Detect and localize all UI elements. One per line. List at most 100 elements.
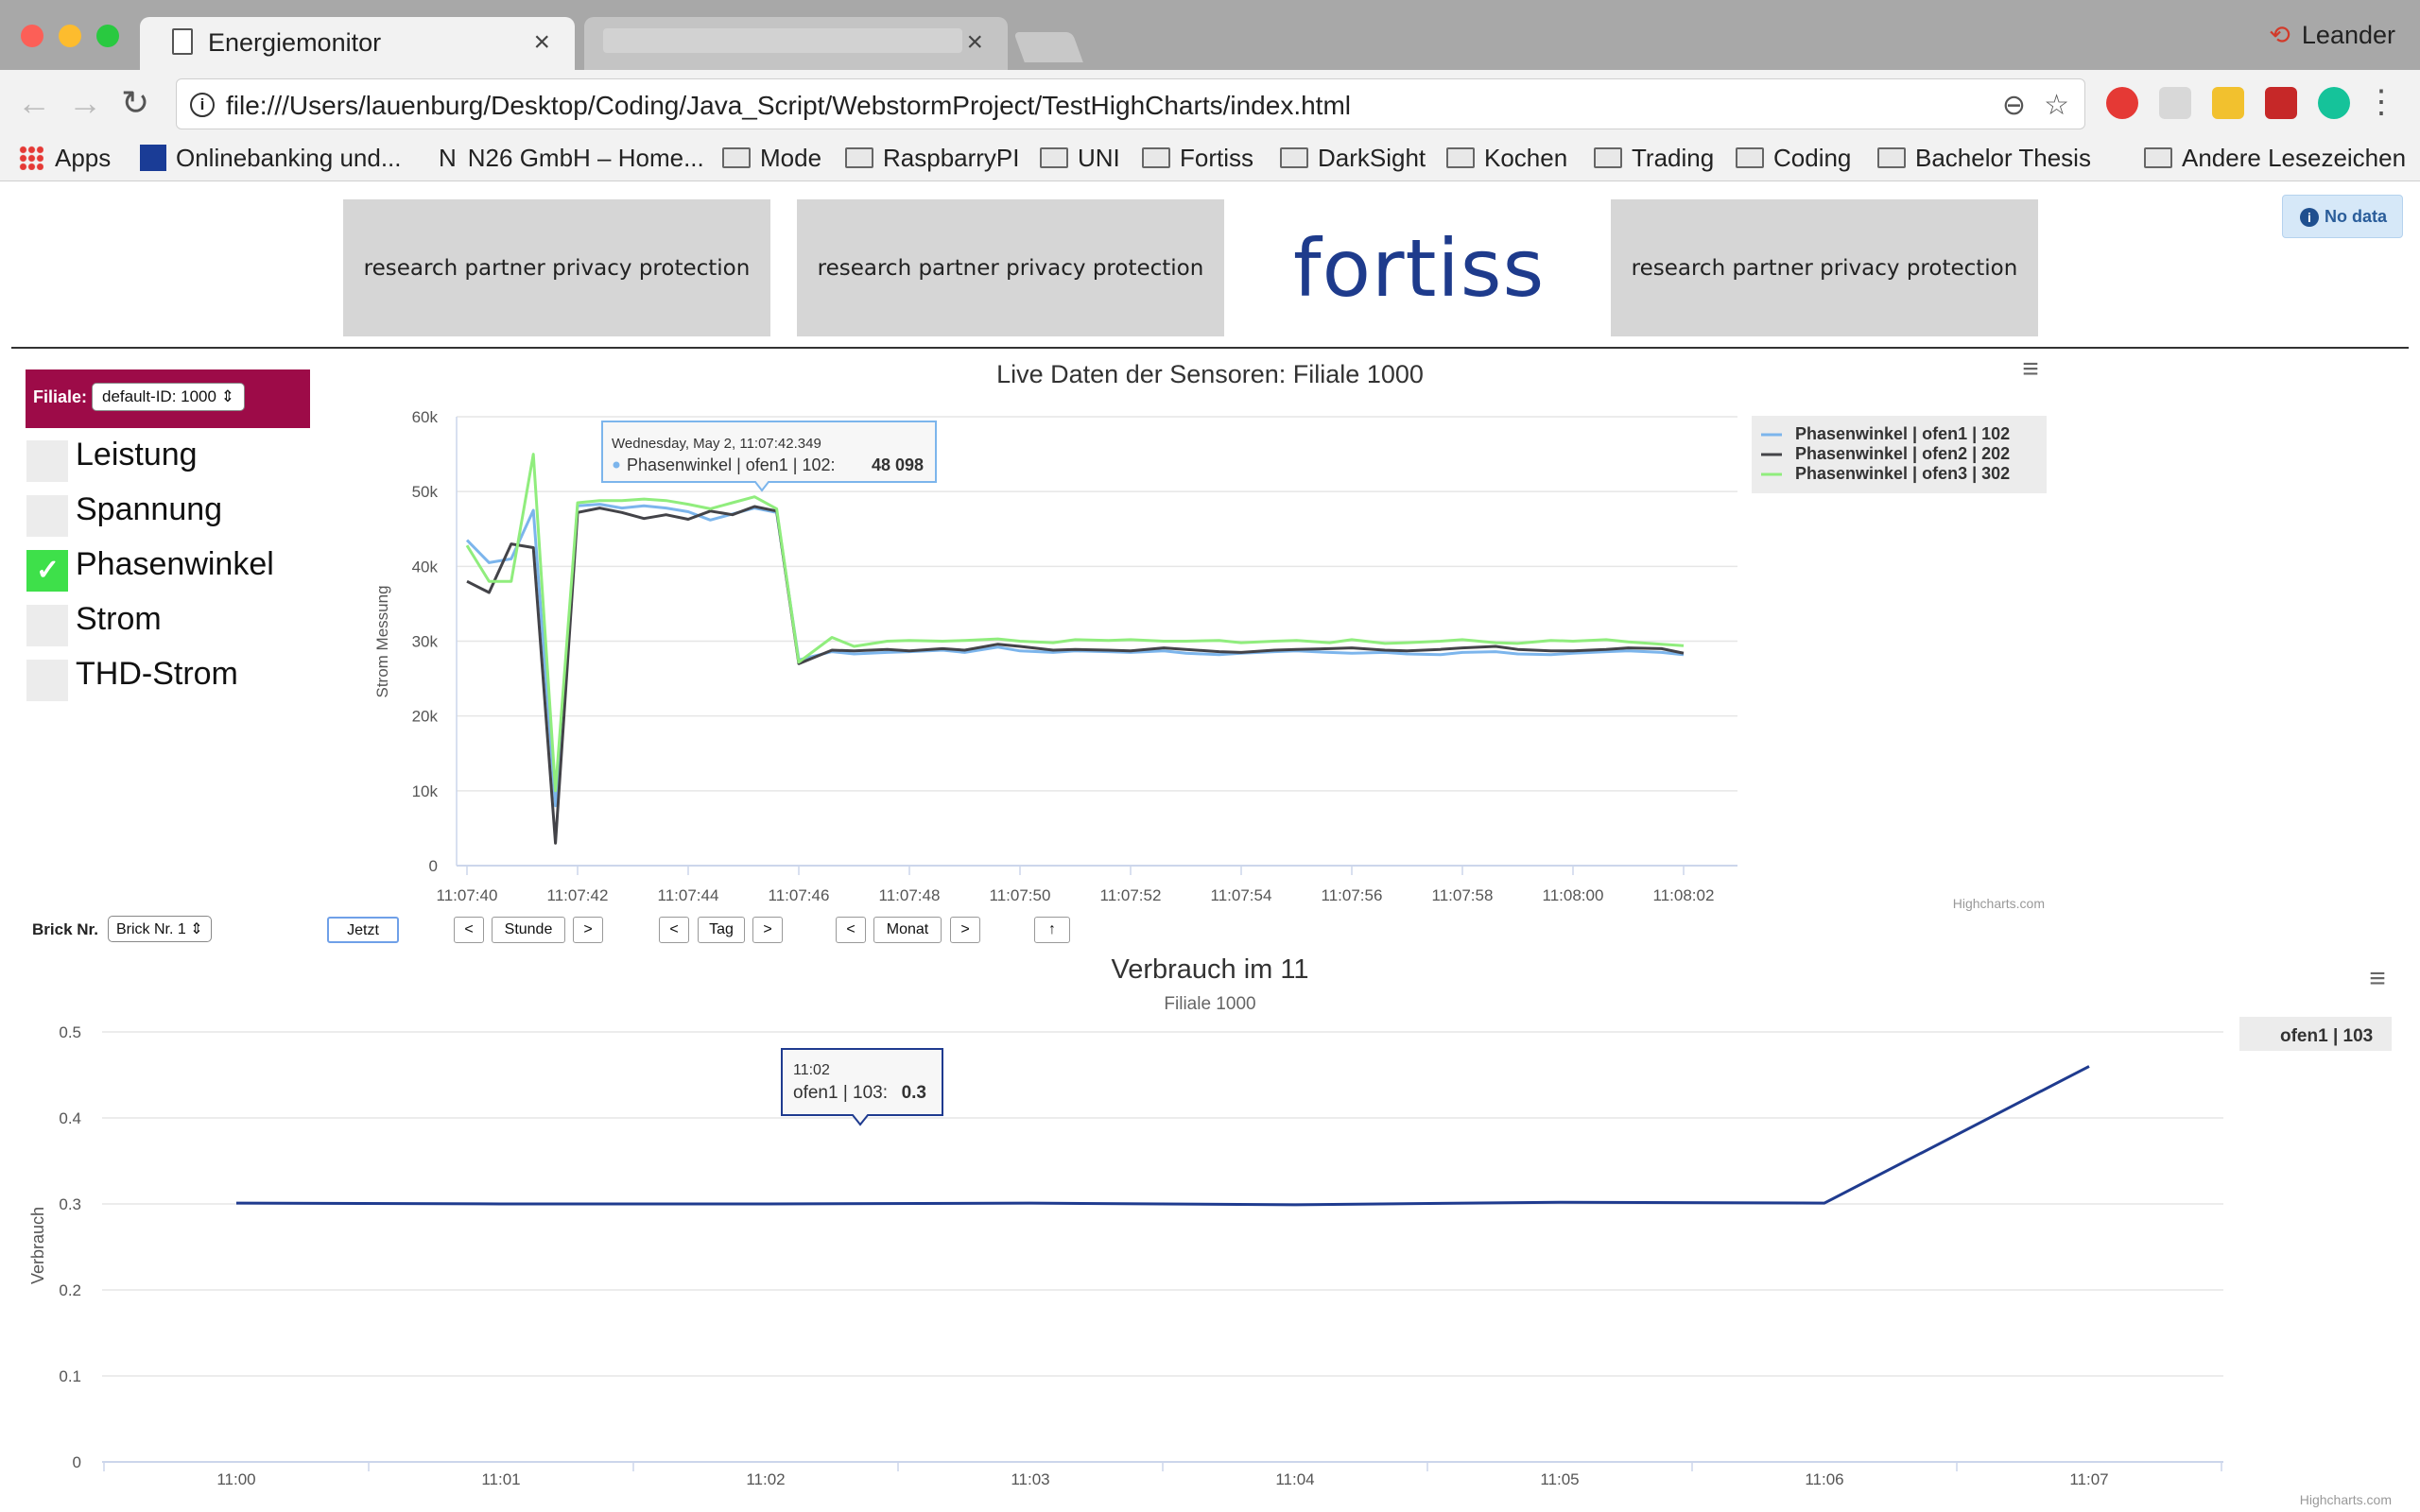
new-tab-button[interactable]	[1013, 32, 1083, 62]
bookmark-folder[interactable]: UNI	[1040, 144, 1120, 173]
forward-icon[interactable]: →	[68, 83, 102, 123]
credits[interactable]: Highcharts.com	[2300, 1492, 2392, 1507]
window-minimize-button[interactable]	[59, 25, 81, 47]
now-button[interactable]: Jetzt	[327, 917, 399, 943]
checkbox[interactable]	[26, 440, 68, 482]
day-prev-button[interactable]: <	[659, 917, 689, 943]
x-tick-label: 11:07:54	[1211, 886, 1272, 904]
filiale-select[interactable]: default-ID: 1000 ⇕	[92, 383, 245, 411]
y-tick-label: 0.5	[59, 1023, 81, 1041]
bookmark-folder[interactable]: RaspbarryPI	[845, 144, 1020, 173]
bookmark-apps[interactable]: Apps	[19, 144, 111, 173]
close-icon[interactable]: ×	[533, 26, 550, 59]
tooltip-header: 11:02	[793, 1062, 830, 1078]
browser-toolbar: ← → ↻ i file:///Users/lauenburg/Desktop/…	[0, 70, 2420, 140]
checkbox-checked[interactable]	[26, 550, 68, 592]
checkbox[interactable]	[26, 495, 68, 537]
menu-icon[interactable]: ≡	[2369, 963, 2386, 994]
bookmark-n26[interactable]: N N26 GmbH – Home...	[439, 144, 704, 173]
back-icon[interactable]: ←	[17, 83, 51, 123]
up-button[interactable]: ↑	[1034, 917, 1070, 943]
day-button[interactable]: Tag	[698, 917, 745, 943]
y-tick-label: 0.1	[59, 1367, 81, 1385]
tab-title: Energiemonitor	[208, 28, 382, 57]
legend-label[interactable]: Phasenwinkel | ofen1 | 102	[1795, 424, 2010, 443]
legend-label[interactable]: Phasenwinkel | ofen2 | 202	[1795, 444, 2010, 463]
day-next-button[interactable]: >	[752, 917, 783, 943]
close-icon[interactable]: ×	[966, 26, 983, 59]
legend: ofen1 | 103	[2239, 1017, 2392, 1051]
bookmark-onlinebanking[interactable]: Onlinebanking und...	[140, 144, 402, 173]
tab-blank[interactable]: ×	[584, 17, 1008, 70]
x-tick-label: 11:05	[1540, 1470, 1579, 1488]
bookmark-folder[interactable]: Coding	[1736, 144, 1851, 173]
folder-icon	[1280, 147, 1308, 168]
y-tick-label: 0.4	[59, 1109, 81, 1127]
bank-icon	[140, 145, 166, 171]
grammarly-icon[interactable]	[2318, 87, 2350, 119]
legend-label[interactable]: ofen1 | 103	[2280, 1026, 2373, 1046]
star-icon[interactable]: ☆	[2044, 89, 2069, 122]
y-tick-label: 0.3	[59, 1195, 81, 1213]
measure-label: Spannung	[76, 491, 223, 527]
tooltip-header: Wednesday, May 2, 11:07:42.349	[612, 436, 821, 452]
bookmark-folder[interactable]: Kochen	[1446, 144, 1567, 173]
window-close-button[interactable]	[21, 25, 43, 47]
info-icon[interactable]: i	[190, 93, 215, 117]
x-tick-label: 11:07:44	[658, 886, 719, 904]
x-tick-label: 11:07:42	[547, 886, 609, 904]
no-data-badge[interactable]: i No data	[2282, 195, 2403, 238]
folder-icon	[845, 147, 873, 168]
folder-icon	[1736, 147, 1764, 168]
brick-label: Brick Nr.	[32, 920, 98, 938]
hour-button[interactable]: Stunde	[492, 917, 565, 943]
bookmark-folder[interactable]: DarkSight	[1280, 144, 1426, 173]
bookmark-folder[interactable]: Fortiss	[1142, 144, 1253, 173]
extension-icon[interactable]	[2265, 87, 2297, 119]
bookmark-other[interactable]: Andere Lesezeichen	[2144, 144, 2406, 173]
credits[interactable]: Highcharts.com	[1953, 896, 2045, 911]
series-line	[235, 1065, 2090, 1207]
profile-button[interactable]: ⟲ Leander	[2269, 21, 2395, 50]
tab-energiemonitor[interactable]: Energiemonitor ×	[140, 17, 575, 70]
month-next-button[interactable]: >	[950, 917, 980, 943]
hour-prev-button[interactable]: <	[454, 917, 484, 943]
x-tick-label: 11:07:52	[1100, 886, 1162, 904]
x-tick-label: 11:07:58	[1432, 886, 1494, 904]
profile-name: Leander	[2301, 21, 2395, 49]
bookmark-folder[interactable]: Trading	[1594, 144, 1714, 173]
x-tick-label: 11:07	[2069, 1470, 2108, 1488]
bookmark-folder[interactable]: Mode	[722, 144, 821, 173]
checkbox[interactable]	[26, 660, 68, 701]
tooltip-series: ofen1 | 103:	[793, 1083, 888, 1103]
window-zoom-button[interactable]	[96, 25, 119, 47]
zoom-icon[interactable]: ⊖	[2002, 89, 2026, 122]
menu-icon[interactable]: ⋮	[2365, 83, 2397, 121]
adblock-icon[interactable]	[2106, 87, 2138, 119]
tooltip-value: 0.3	[902, 1083, 926, 1103]
chart-title: Live Daten der Sensoren: Filiale 1000	[996, 360, 1424, 388]
menu-icon[interactable]: ≡	[2022, 355, 2039, 385]
address-bar[interactable]: i file:///Users/lauenburg/Desktop/Coding…	[176, 78, 2085, 129]
legend: Phasenwinkel | ofen1 | 102Phasenwinkel |…	[1752, 416, 2047, 493]
checkbox[interactable]	[26, 605, 68, 646]
extension-icon[interactable]	[2159, 87, 2191, 119]
live-sensor-chart: Live Daten der Sensoren: Filiale 1000 ≡ 0 1…	[373, 355, 2047, 911]
month-prev-button[interactable]: <	[836, 917, 866, 943]
legend-label[interactable]: Phasenwinkel | ofen3 | 302	[1795, 464, 2010, 483]
month-button[interactable]: Monat	[873, 917, 942, 943]
y-axis-label: Strom Messung	[373, 585, 391, 697]
sync-icon: ⟲	[2269, 21, 2290, 49]
x-tick-label: 11:07:56	[1322, 886, 1383, 904]
y-tick-label: 30k	[412, 633, 439, 651]
folder-icon	[1594, 147, 1622, 168]
x-tick-label: 11:08:02	[1653, 886, 1715, 904]
hour-next-button[interactable]: >	[573, 917, 603, 943]
tooltip: 11:02 ofen1 | 103: 0.3	[781, 1048, 943, 1126]
series-line	[466, 505, 1685, 845]
reload-icon[interactable]: ↻	[121, 83, 149, 123]
brick-select[interactable]: Brick Nr. 1 ⇕	[108, 916, 212, 942]
bookmark-folder[interactable]: Bachelor Thesis	[1877, 144, 2091, 173]
extension-icon[interactable]	[2212, 87, 2244, 119]
x-tick-label: 11:00	[216, 1470, 255, 1488]
